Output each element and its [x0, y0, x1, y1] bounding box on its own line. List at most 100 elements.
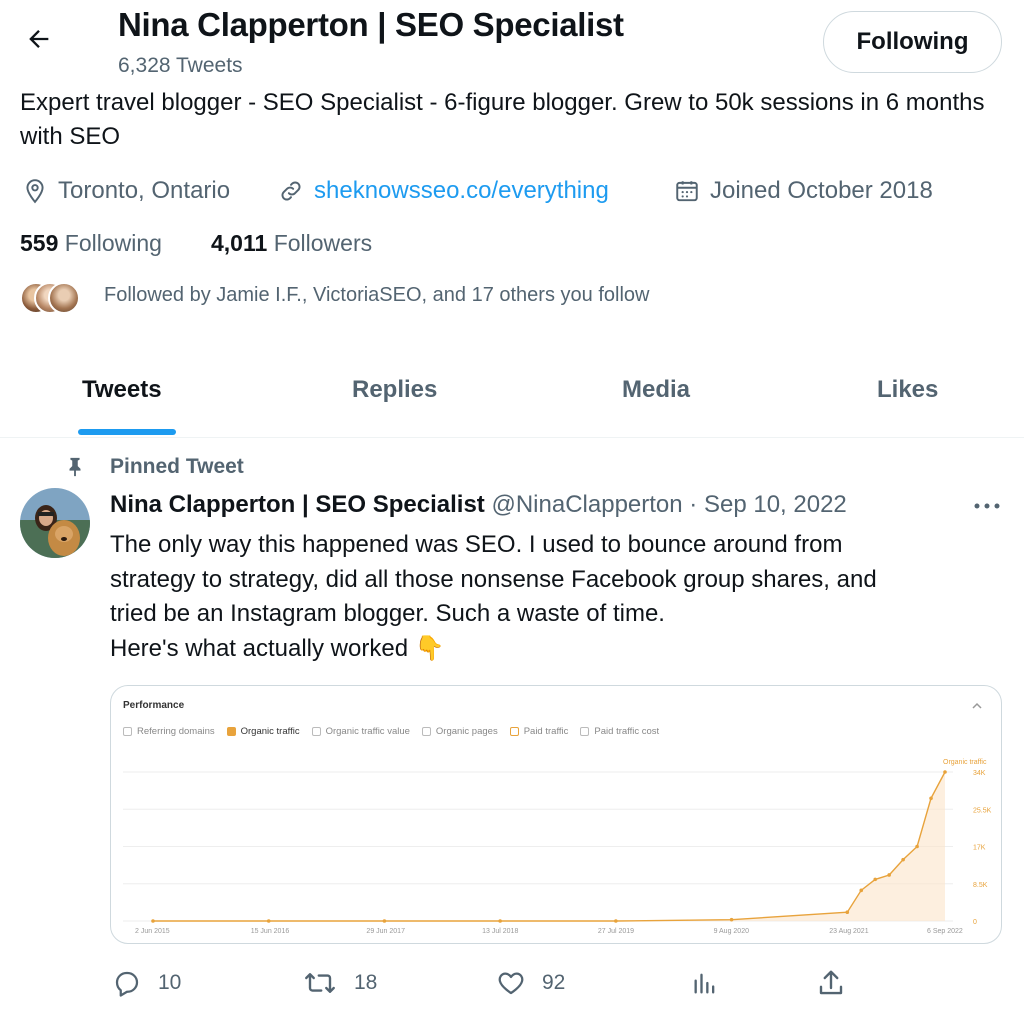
followers-count: 4,011 [211, 230, 268, 256]
legend-item: Referring domains [123, 726, 215, 737]
x-tick-label: 23 Aug 2021 [829, 928, 868, 935]
like-count: 92 [542, 971, 566, 994]
tab-tweets[interactable]: Tweets [82, 376, 162, 404]
more-icon [974, 503, 1000, 509]
following-label: Following [64, 230, 162, 256]
pinned-label: Pinned Tweet [110, 455, 244, 478]
tweet-separator: · [689, 491, 698, 518]
data-point [943, 770, 947, 774]
legend-item: Organic traffic [226, 726, 300, 737]
x-tick-label: 29 Jun 2017 [366, 928, 405, 935]
data-point [266, 919, 271, 923]
pin-icon [64, 455, 86, 484]
following-stat[interactable]: 559 Following [20, 230, 162, 257]
back-arrow-icon [29, 30, 49, 48]
followers-stat[interactable]: 4,011 Followers [211, 230, 372, 257]
calendar-icon [676, 181, 698, 202]
tweet-header: Nina Clapperton | SEO Specialist @NinaCl… [110, 491, 847, 519]
website-link[interactable]: sheknowsseo.co/everything [314, 177, 609, 205]
tweet-text-line: strategy to strategy, did all those nons… [110, 565, 877, 593]
retweet-button[interactable]: 18 [302, 968, 377, 998]
y-tick-label: 17K [973, 845, 986, 852]
legend-item: Paid traffic cost [580, 726, 659, 737]
like-button[interactable]: 92 [496, 968, 565, 998]
checkbox-icon [580, 727, 590, 736]
location-pin-icon [26, 179, 44, 204]
data-point [887, 873, 891, 877]
data-point [729, 917, 734, 922]
legend-label: Organic traffic value [325, 726, 410, 737]
data-point [614, 919, 618, 923]
x-tick-label: 13 Jul 2018 [482, 928, 518, 935]
website[interactable]: sheknowsseo.co/everything [278, 174, 609, 208]
share-icon [819, 970, 843, 995]
tweet-text: The only way this happened was SEO. I us… [110, 528, 990, 666]
profile-bio: Expert travel blogger - SEO Specialist -… [20, 89, 985, 150]
tweet-count: 6,328 Tweets [118, 54, 243, 77]
tweet-author-avatar[interactable] [20, 488, 90, 558]
y-tick-label: 0 [973, 919, 977, 926]
x-tick-label: 27 Jul 2019 [598, 928, 634, 935]
back-button[interactable] [22, 22, 56, 56]
views-button[interactable] [691, 968, 735, 998]
legend-label: Paid traffic [523, 726, 569, 737]
tweet-date[interactable]: Sep 10, 2022 [704, 491, 847, 518]
tweet-handle[interactable]: @NinaClapperton [491, 491, 682, 518]
x-tick-label: 2 Jun 2015 [135, 928, 170, 935]
data-point [382, 919, 387, 923]
data-point [915, 844, 919, 849]
y-tick-label: 25.5K [973, 807, 992, 814]
reply-count: 10 [158, 971, 182, 994]
following-count: 559 [20, 230, 59, 256]
avatar [48, 282, 80, 314]
y-tick-label: 34K [973, 770, 986, 777]
data-point [859, 888, 864, 893]
y-tick-label: 8.5K [973, 882, 988, 889]
retweet-icon [305, 973, 335, 993]
analytics-bars-icon [694, 973, 715, 994]
legend-item: Paid traffic [509, 726, 569, 737]
tweet-media-image[interactable]: Performance Referring domains Organic tr… [110, 685, 1002, 944]
checkbox-icon [311, 727, 321, 736]
tweet-author-name[interactable]: Nina Clapperton | SEO Specialist [110, 491, 485, 518]
tab-media[interactable]: Media [622, 376, 690, 404]
tweet-text-line: The only way this happened was SEO. I us… [110, 531, 843, 558]
profile-title: Nina Clapperton | SEO Specialist [118, 6, 624, 43]
location-text: Toronto, Ontario [58, 177, 231, 204]
reply-button[interactable]: 10 [112, 968, 181, 998]
data-point [873, 877, 878, 882]
chart-title: Performance [123, 700, 185, 711]
checkbox-checked-icon [226, 727, 236, 736]
retweet-count: 18 [354, 971, 378, 994]
x-tick-label: 6 Sep 2022 [927, 928, 963, 935]
tweet-text-line: Here's what actually worked 👇 [110, 634, 445, 662]
following-button[interactable]: Following [823, 11, 1002, 73]
share-button[interactable] [816, 968, 862, 998]
data-point [845, 910, 850, 915]
legend-label: Organic traffic [240, 726, 300, 737]
legend-item: Organic traffic value [311, 726, 410, 737]
checkbox-icon [509, 727, 519, 736]
chart-legend: Referring domains Organic traffic Organi… [123, 726, 671, 737]
tab-likes[interactable]: Likes [877, 376, 938, 404]
joined-date: Joined October 2018 [674, 174, 933, 208]
location: Toronto, Ontario [22, 174, 230, 208]
heart-icon [498, 972, 524, 995]
joined-text: Joined October 2018 [710, 177, 933, 204]
data-point [151, 919, 155, 923]
legend-label: Paid traffic cost [594, 726, 660, 737]
checkbox-icon [421, 727, 431, 736]
more-options-button[interactable] [970, 494, 1004, 518]
organic-traffic-chart: 0 8.5K 17K 25.5K 34K Organic traffic 2 Jun 201… [123, 759, 992, 935]
legend-item: Organic pages [421, 726, 498, 737]
followed-by-avatars[interactable] [20, 282, 84, 316]
followed-by-text[interactable]: Followed by Jamie I.F., VictoriaSEO, and… [104, 284, 649, 307]
collapse-chevron-icon [971, 698, 983, 716]
data-point [498, 919, 502, 923]
series-label: Organic traffic [943, 759, 987, 766]
x-tick-label: 15 Jun 2016 [251, 928, 290, 935]
tab-replies[interactable]: Replies [352, 376, 437, 404]
data-point [901, 857, 905, 862]
checkbox-icon [123, 727, 132, 736]
active-tab-indicator [78, 429, 176, 435]
